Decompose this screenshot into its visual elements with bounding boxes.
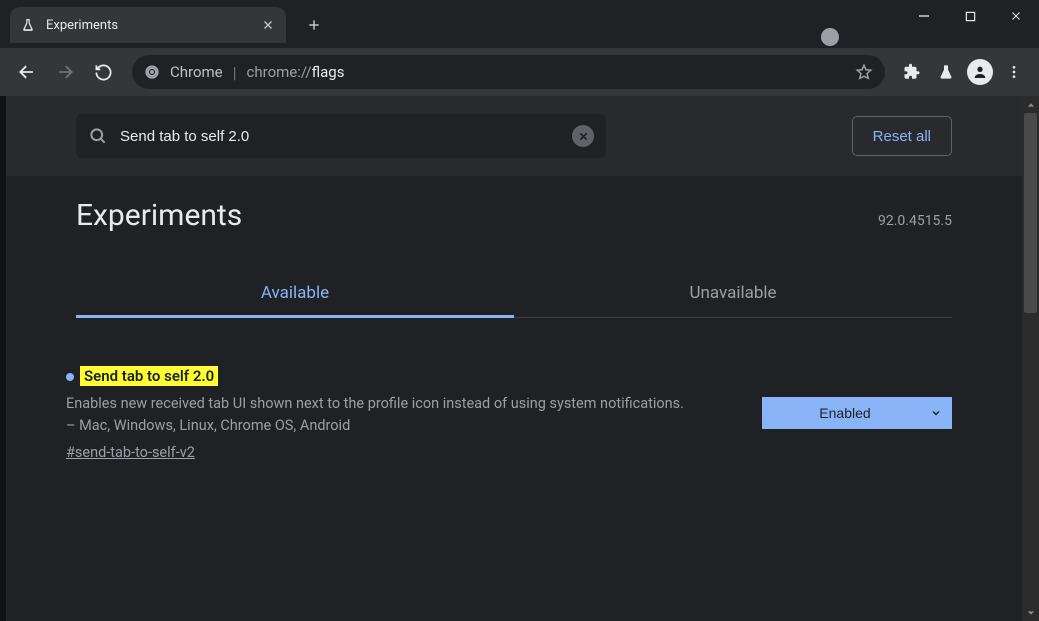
page-title: Experiments: [76, 198, 242, 233]
extensions-icon[interactable]: [897, 57, 927, 87]
flag-details: Send tab to self 2.0 Enables new receive…: [66, 366, 722, 461]
browser-tab[interactable]: Experiments: [10, 7, 286, 43]
content: Reset all Experiments 92.0.4515.5 Availa…: [6, 96, 1022, 621]
reload-button[interactable]: [86, 55, 120, 89]
scroll-down-button[interactable]: [1022, 604, 1039, 621]
scroll-up-button[interactable]: [1022, 96, 1039, 113]
titlebar: Experiments: [0, 0, 1039, 48]
flags-tabs: Available Unavailable: [76, 269, 952, 318]
star-icon[interactable]: [855, 63, 873, 81]
chrome-icon: [144, 64, 160, 80]
maximize-button[interactable]: [947, 0, 993, 32]
omnibox-url: chrome://flags: [247, 63, 345, 81]
window-close-button[interactable]: [993, 0, 1039, 32]
status-dot-icon: [821, 28, 839, 46]
toolbar: Chrome | chrome://flags: [0, 48, 1039, 96]
back-button[interactable]: [10, 55, 44, 89]
minimize-button[interactable]: [901, 0, 947, 32]
flags-header: Reset all: [6, 96, 1022, 176]
flag-item: Send tab to self 2.0 Enables new receive…: [6, 318, 1022, 461]
new-tab-button[interactable]: [300, 11, 328, 39]
modified-dot-icon: [66, 373, 74, 381]
profile-button[interactable]: [965, 57, 995, 87]
reset-all-button[interactable]: Reset all: [852, 116, 952, 156]
flag-anchor-link[interactable]: #send-tab-to-self-v2: [66, 444, 722, 461]
tab-title: Experiments: [46, 18, 250, 33]
flask-icon: [20, 17, 36, 33]
version-label: 92.0.4515.5: [878, 213, 952, 229]
omnibox-chrome-label: Chrome: [170, 63, 223, 81]
page-title-row: Experiments 92.0.4515.5: [6, 176, 1022, 233]
flag-title-row: Send tab to self 2.0: [66, 366, 722, 385]
vertical-scrollbar[interactable]: [1022, 96, 1039, 621]
tab-available[interactable]: Available: [76, 269, 514, 317]
avatar-icon: [967, 59, 993, 85]
viewport: Reset all Experiments 92.0.4515.5 Availa…: [0, 96, 1039, 621]
search-icon: [88, 126, 108, 146]
scroll-thumb[interactable]: [1024, 113, 1037, 313]
window-controls: [901, 0, 1039, 32]
flag-state-select[interactable]: Enabled: [762, 397, 952, 429]
flag-title: Send tab to self 2.0: [80, 366, 218, 386]
tab-unavailable[interactable]: Unavailable: [514, 269, 952, 317]
omnibox[interactable]: Chrome | chrome://flags: [132, 55, 885, 89]
search-box[interactable]: [76, 114, 606, 158]
flag-description: Enables new received tab UI shown next t…: [66, 393, 686, 438]
labs-icon[interactable]: [931, 57, 961, 87]
kebab-menu-icon[interactable]: [999, 57, 1029, 87]
search-input[interactable]: [120, 128, 560, 145]
clear-search-button[interactable]: [572, 125, 594, 147]
omnibox-separator: |: [233, 63, 237, 82]
flag-select-wrap: Enabled: [762, 397, 952, 429]
close-icon[interactable]: [260, 17, 276, 33]
forward-button[interactable]: [48, 55, 82, 89]
